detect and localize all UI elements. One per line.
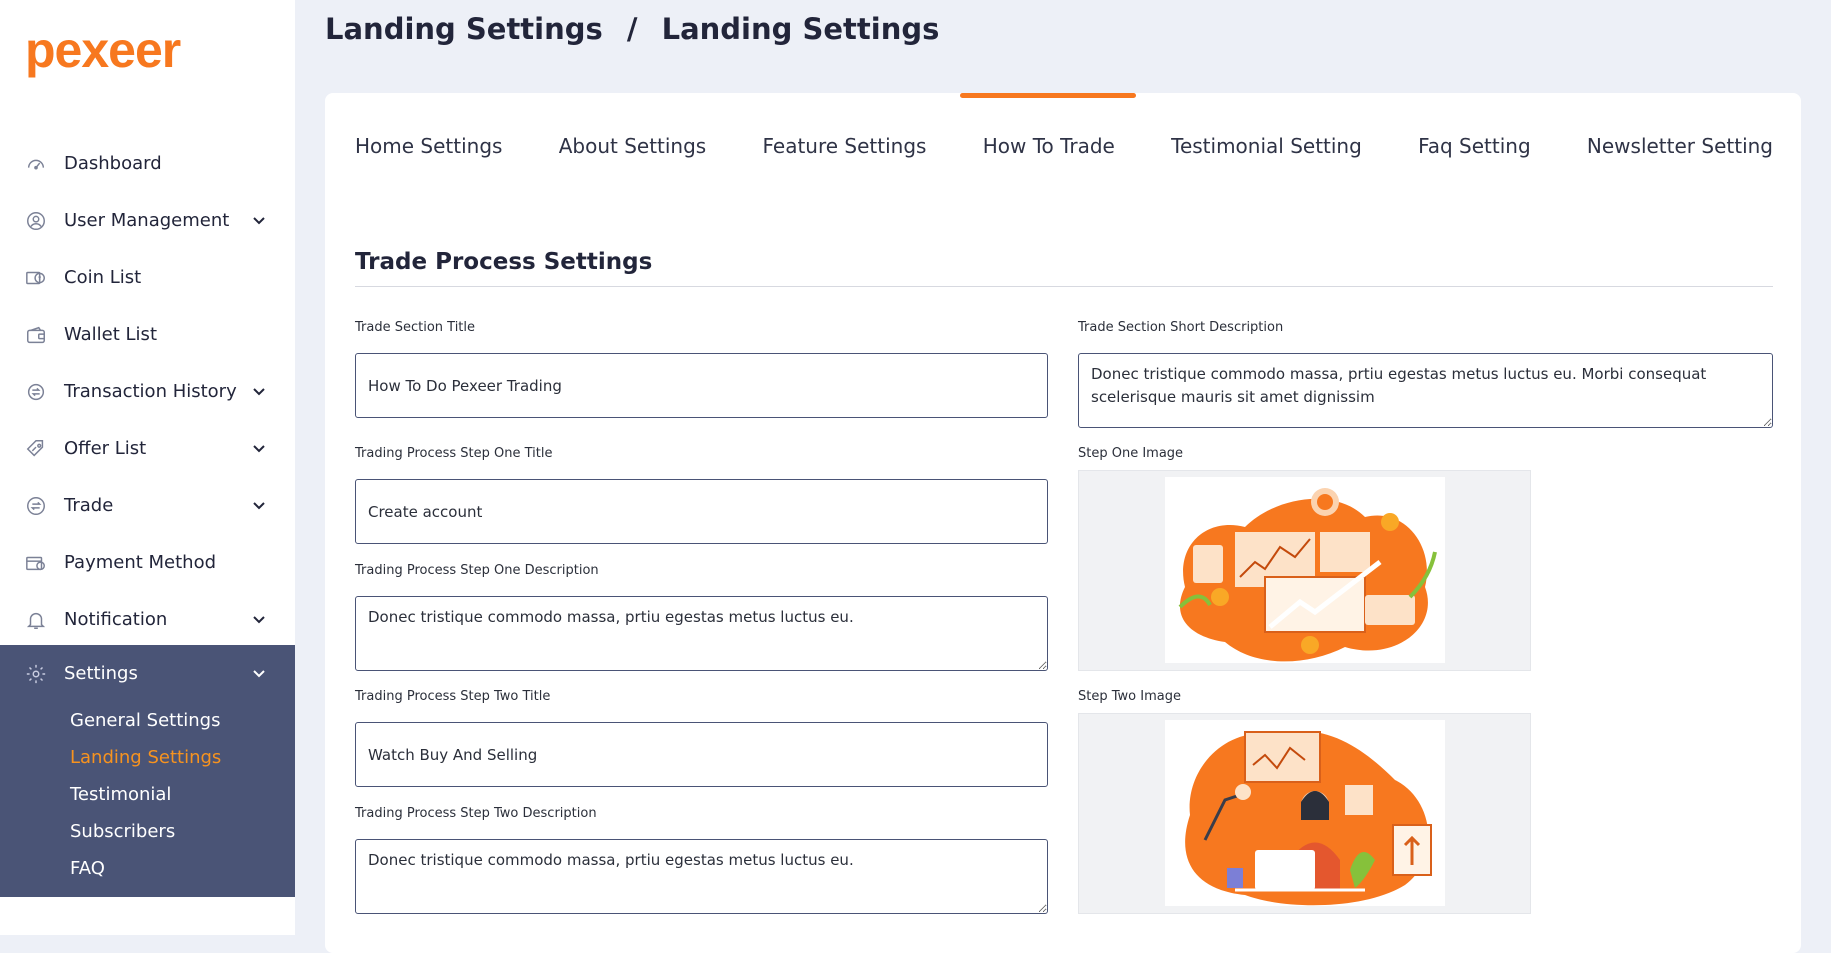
- breadcrumb-separator: /: [626, 12, 638, 46]
- step-two-description-textarea[interactable]: Donec tristique commodo massa, prtiu ege…: [355, 839, 1048, 914]
- payment-icon: [24, 551, 48, 575]
- sidebar-settings-group: Settings General Settings Landing Settin…: [0, 645, 295, 897]
- section-title: Trade Process Settings: [355, 249, 653, 275]
- sidebar-nav: Dashboard User Management Coin List Wall…: [0, 135, 295, 648]
- trade-short-description-textarea[interactable]: Donec tristique commodo massa, prtiu ege…: [1078, 353, 1773, 428]
- brand-logo[interactable]: pexeer: [25, 18, 181, 82]
- active-tab-indicator: [960, 93, 1136, 98]
- trade-title-label: Trade Section Title: [355, 320, 476, 335]
- sidebar-item-user-management[interactable]: User Management: [0, 192, 295, 249]
- step-two-title-input[interactable]: Watch Buy And Selling: [355, 722, 1048, 787]
- trade-short-description-label: Trade Section Short Description: [1078, 320, 1284, 335]
- page-title: Landing Settings / Landing Settings: [325, 12, 939, 46]
- settings-submenu: General Settings Landing Settings Testim…: [0, 702, 295, 887]
- tab-faq-setting[interactable]: Faq Setting: [1418, 134, 1531, 158]
- chevron-down-icon: [253, 616, 265, 624]
- bell-icon: [24, 608, 48, 632]
- sidebar-item-notification[interactable]: Notification: [0, 591, 295, 648]
- step-two-image-label: Step Two Image: [1078, 689, 1181, 704]
- settings-tabs: Home Settings About Settings Feature Set…: [355, 134, 1773, 158]
- tab-home-settings[interactable]: Home Settings: [355, 134, 502, 158]
- tab-about-settings[interactable]: About Settings: [559, 134, 707, 158]
- sidebar-item-label: Coin List: [64, 267, 142, 288]
- step-one-image-label: Step One Image: [1078, 446, 1184, 461]
- sidebar-item-label: Trade: [64, 495, 114, 516]
- wallet-icon: [24, 323, 48, 347]
- submenu-general-settings[interactable]: General Settings: [70, 702, 295, 739]
- sidebar: pexeer Dashboard User Management Coin Li…: [0, 0, 295, 935]
- step-one-description-label: Trading Process Step One Description: [355, 563, 599, 578]
- sidebar-item-offer-list[interactable]: Offer List: [0, 420, 295, 477]
- sidebar-item-trade[interactable]: Trade: [0, 477, 295, 534]
- step-one-illustration: [1165, 477, 1445, 663]
- breadcrumb-parent[interactable]: Landing Settings: [325, 12, 603, 46]
- sidebar-item-label: User Management: [64, 210, 230, 231]
- sidebar-item-label: Notification: [64, 609, 168, 630]
- submenu-faq[interactable]: FAQ: [70, 850, 295, 887]
- step-two-description-label: Trading Process Step Two Description: [355, 806, 597, 821]
- settings-card: Home Settings About Settings Feature Set…: [325, 93, 1801, 953]
- sidebar-item-wallet-list[interactable]: Wallet List: [0, 306, 295, 363]
- sidebar-item-settings[interactable]: Settings: [0, 645, 295, 702]
- tab-testimonial-setting[interactable]: Testimonial Setting: [1171, 134, 1362, 158]
- sidebar-item-label: Settings: [64, 663, 138, 684]
- tab-newsletter-setting[interactable]: Newsletter Setting: [1587, 134, 1773, 158]
- chevron-down-icon: [253, 502, 265, 510]
- sidebar-item-label: Offer List: [64, 438, 147, 459]
- step-one-image-upload[interactable]: [1078, 470, 1531, 671]
- step-one-description-textarea[interactable]: Donec tristique commodo massa, prtiu ege…: [355, 596, 1048, 671]
- sidebar-item-label: Transaction History: [64, 381, 237, 402]
- dashboard-icon: [24, 152, 48, 176]
- submenu-testimonial[interactable]: Testimonial: [70, 776, 295, 813]
- sidebar-item-transaction-history[interactable]: Transaction History: [0, 363, 295, 420]
- sidebar-item-label: Dashboard: [64, 153, 162, 174]
- chevron-down-icon: [253, 445, 265, 453]
- trade-title-input[interactable]: How To Do Pexeer Trading: [355, 353, 1048, 418]
- sidebar-item-payment-method[interactable]: Payment Method: [0, 534, 295, 591]
- breadcrumb-current: Landing Settings: [661, 12, 940, 46]
- step-two-illustration: [1165, 720, 1445, 906]
- step-two-image-upload[interactable]: [1078, 713, 1531, 914]
- tab-feature-settings[interactable]: Feature Settings: [762, 134, 926, 158]
- chevron-down-icon: [253, 217, 265, 225]
- step-one-title-input[interactable]: Create account: [355, 479, 1048, 544]
- step-two-title-label: Trading Process Step Two Title: [355, 689, 551, 704]
- logo-text: pexeer: [25, 22, 181, 78]
- sidebar-item-label: Wallet List: [64, 324, 157, 345]
- gear-icon: [24, 662, 48, 686]
- sidebar-item-coin-list[interactable]: Coin List: [0, 249, 295, 306]
- coin-icon: [24, 266, 48, 290]
- tab-how-to-trade[interactable]: How To Trade: [983, 134, 1115, 158]
- section-divider: [355, 286, 1773, 287]
- user-icon: [24, 209, 48, 233]
- offer-icon: [24, 437, 48, 461]
- submenu-landing-settings[interactable]: Landing Settings: [70, 739, 295, 776]
- sidebar-item-label: Payment Method: [64, 552, 217, 573]
- chevron-down-icon: [253, 388, 265, 396]
- submenu-subscribers[interactable]: Subscribers: [70, 813, 295, 850]
- chevron-down-icon: [253, 670, 265, 678]
- sidebar-item-dashboard[interactable]: Dashboard: [0, 135, 295, 192]
- transaction-icon: [24, 380, 48, 404]
- step-one-title-label: Trading Process Step One Title: [355, 446, 553, 461]
- trade-icon: [24, 494, 48, 518]
